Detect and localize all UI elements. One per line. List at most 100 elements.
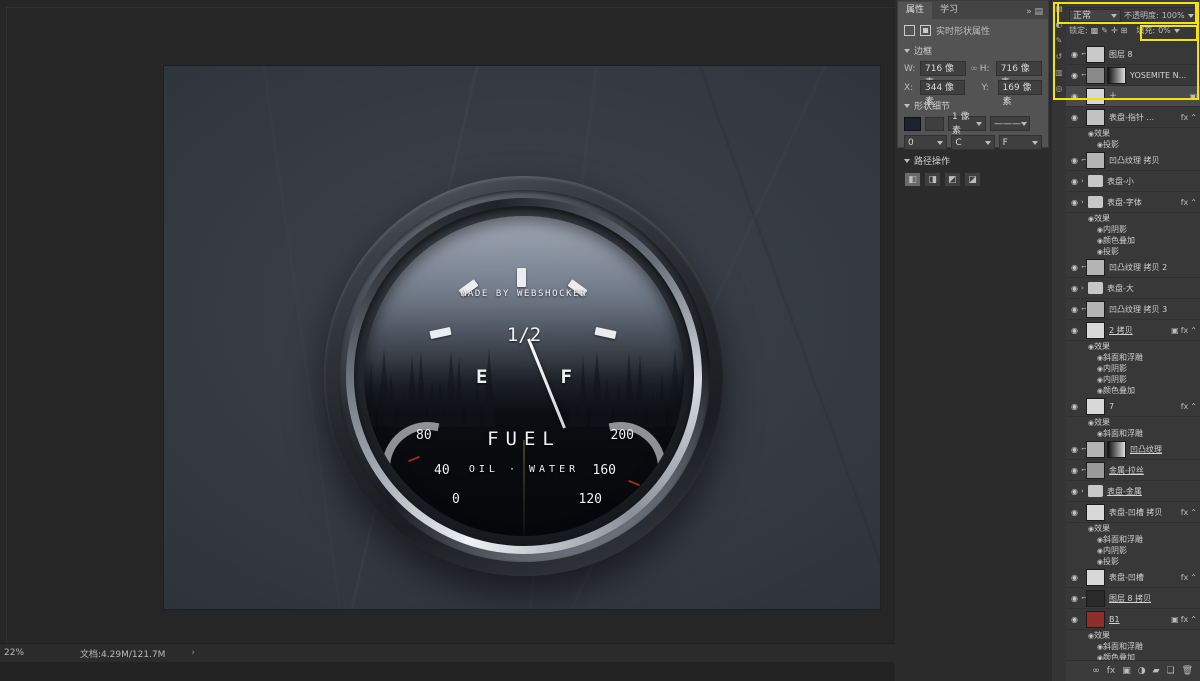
layer-name[interactable]: 表盘-字体 (1107, 197, 1142, 208)
rail-panel-icon-properties[interactable]: ▤ (1052, 0, 1066, 16)
layer-effect-item[interactable]: ◉ 颜色叠加 (1066, 652, 1200, 660)
effect-eye-icon[interactable]: ◉ (1092, 387, 1103, 395)
effect-eye-icon[interactable]: ◉ (1092, 376, 1103, 384)
layer-name[interactable]: 表盘-金属 (1107, 486, 1142, 497)
layer-name[interactable]: 图层 8 (1109, 49, 1133, 60)
panel-menu-icon[interactable]: ▤ (1034, 7, 1043, 17)
subtract-front-button[interactable]: ◨ (924, 172, 941, 187)
layer-thumbnail[interactable] (1086, 151, 1105, 169)
rail-panel-icon-channels[interactable]: ▥ (1052, 64, 1066, 80)
effect-eye-icon[interactable]: ◉ (1092, 365, 1103, 373)
effect-eye-icon[interactable]: ◉ (1092, 248, 1103, 256)
layer-list[interactable]: ◉ ⌐ 图层 8 ◉ ⌐ YOSEMITE N... ◉ 土 ▣ ◉ 表盘-指针 ... fx ⌃ ◉ 效果… (1066, 44, 1200, 660)
stroke-width-select[interactable]: 1 像素 (948, 112, 986, 136)
layer-visibility-toggle[interactable]: ◉ (1068, 402, 1081, 411)
layer-effect-item[interactable]: ◉ 斜面和浮雕 (1066, 534, 1200, 545)
layer-effect-item[interactable]: ◉ 投影 (1066, 556, 1200, 567)
layer-group-row[interactable]: ◉ › 表盘-小 (1066, 171, 1200, 192)
layer-group-row[interactable]: ◉ › 表盘-字体 fx ⌃ (1066, 192, 1200, 213)
rail-panel-icon-brush[interactable]: ✎ (1052, 32, 1066, 48)
layer-row[interactable]: ◉ 2 拷贝 ▣ fx ⌃ (1066, 320, 1200, 341)
layer-name[interactable]: 土 (1109, 91, 1117, 102)
delete-icon[interactable]: 🗑 (1182, 666, 1193, 676)
opacity-value[interactable]: 100% (1162, 11, 1185, 20)
layer-thumbnail[interactable] (1086, 108, 1105, 126)
new-layer-icon[interactable]: ❏ (1166, 666, 1174, 676)
layer-row[interactable]: ◉ ⌐ 图层 8 (1066, 44, 1200, 65)
layer-effects-group[interactable]: ◉ 效果 (1066, 128, 1200, 139)
layer-row[interactable]: ◉ 表盘-指针 ... fx ⌃ (1066, 107, 1200, 128)
layer-fx-badge[interactable]: fx (1181, 573, 1189, 582)
layer-row[interactable]: ◉ ⌐ 金属-拉丝 (1066, 460, 1200, 481)
stroke-style-select[interactable]: ——— (990, 116, 1030, 131)
layer-effect-item[interactable]: ◉ 内阴影 (1066, 374, 1200, 385)
layer-effect-item[interactable]: ◉ 内阴影 (1066, 224, 1200, 235)
layer-row[interactable]: ◉ ⌐ 凹凸纹理 拷贝 (1066, 150, 1200, 171)
effect-eye-icon[interactable]: ◉ (1092, 226, 1103, 234)
status-expand-arrow[interactable]: › (165, 648, 195, 658)
layer-fx-chevron-icon[interactable]: ⌃ (1190, 113, 1197, 122)
effect-eye-icon[interactable]: ◉ (1083, 343, 1094, 351)
layer-name[interactable]: 7 (1109, 402, 1114, 411)
tab-learn[interactable]: 学习 (932, 2, 966, 19)
lock-position-icon[interactable]: ✛ (1111, 26, 1118, 35)
layer-fx-chevron-icon[interactable]: ⌃ (1190, 573, 1197, 582)
layer-visibility-toggle[interactable]: ◉ (1068, 573, 1081, 582)
opacity-chevron-icon[interactable] (1187, 13, 1194, 18)
properties-panel-controls[interactable]: » ▤ (1026, 7, 1048, 19)
layer-visibility-toggle[interactable]: ◉ (1068, 284, 1081, 293)
layer-fx-badge[interactable]: fx (1181, 198, 1189, 207)
layer-row[interactable]: ◉ ⌐ 凹凸纹理 拷贝 2 (1066, 257, 1200, 278)
effect-eye-icon[interactable]: ◉ (1092, 547, 1103, 555)
link-dimensions-icon[interactable]: ∞ (970, 64, 977, 74)
x-input[interactable]: 344 像素 (920, 80, 965, 107)
layer-name[interactable]: 表盘-小 (1107, 176, 1134, 187)
rail-panel-icon-adjustments[interactable]: ◐ (1052, 16, 1066, 32)
y-input[interactable]: 169 像素 (997, 80, 1042, 107)
effect-eye-icon[interactable]: ◉ (1092, 536, 1103, 544)
layer-name[interactable]: 表盘-指针 ... (1109, 112, 1154, 123)
stroke-color-swatch[interactable] (925, 116, 944, 131)
layer-thumbnail[interactable] (1086, 568, 1105, 586)
tab-properties[interactable]: 属性 (898, 2, 933, 19)
layer-name[interactable]: 图层 8 拷贝 (1109, 593, 1151, 604)
layer-thumbnail[interactable] (1086, 45, 1105, 63)
layer-effect-item[interactable]: ◉ 斜面和浮雕 (1066, 641, 1200, 652)
layer-visibility-toggle[interactable]: ◉ (1068, 487, 1081, 496)
effect-eye-icon[interactable]: ◉ (1092, 430, 1103, 438)
layer-visibility-toggle[interactable]: ◉ (1068, 594, 1081, 603)
layer-thumbnail[interactable] (1086, 321, 1105, 339)
layer-thumbnail[interactable] (1086, 461, 1105, 479)
section-path-ops-header[interactable]: 路径操作 (898, 152, 1048, 169)
lock-nesting-icon[interactable]: ⊞ (1121, 26, 1128, 35)
layer-effects-group[interactable]: ◉ 效果 (1066, 417, 1200, 428)
layer-visibility-toggle[interactable]: ◉ (1068, 263, 1081, 272)
adjustment-icon[interactable]: ◑ (1138, 666, 1146, 676)
layer-thumbnail[interactable] (1086, 258, 1105, 276)
layer-mask-thumbnail[interactable] (1107, 440, 1126, 458)
layer-effect-item[interactable]: ◉ 投影 (1066, 139, 1200, 150)
layer-mask-thumbnail[interactable] (1107, 66, 1126, 84)
mask-icon[interactable]: ▣ (1122, 666, 1131, 676)
group-icon[interactable]: ▰ (1153, 666, 1160, 676)
rail-panel-icon-library[interactable]: ◎ (1052, 80, 1066, 96)
layer-fx-chevron-icon[interactable]: ⌃ (1190, 615, 1197, 624)
layer-row[interactable]: ◉ 表盘-凹槽 拷贝 fx ⌃ (1066, 502, 1200, 523)
layer-row[interactable]: ◉ 表盘-凹槽 fx ⌃ (1066, 567, 1200, 588)
lock-transparent-icon[interactable]: ▩ (1091, 26, 1099, 35)
blend-mode-select[interactable]: 正常 (1069, 9, 1121, 22)
canvas-area[interactable]: MADE BY WEBSHOCKER 1/2 E F FUEL OIL · WA… (0, 0, 895, 662)
layer-visibility-toggle[interactable]: ◉ (1068, 198, 1081, 207)
layer-name[interactable]: 凹凸纹理 (1130, 444, 1162, 455)
fx-icon[interactable]: fx (1107, 666, 1116, 676)
layer-thumbnail[interactable] (1086, 503, 1105, 521)
layer-row[interactable]: ◉ ⌐ 图层 8 拷贝 (1066, 588, 1200, 609)
layer-thumbnail[interactable] (1086, 589, 1105, 607)
effect-eye-icon[interactable]: ◉ (1083, 525, 1094, 533)
zoom-level[interactable]: 22% (0, 648, 34, 658)
layer-visibility-toggle[interactable]: ◉ (1068, 71, 1081, 80)
layer-fx-badge[interactable]: fx (1181, 326, 1189, 335)
group-expand-chevron-icon[interactable]: › (1081, 198, 1088, 206)
layer-row[interactable]: ◉ B1 ▣ fx ⌃ (1066, 609, 1200, 630)
exclude-overlap-button[interactable]: ◪ (964, 172, 981, 187)
